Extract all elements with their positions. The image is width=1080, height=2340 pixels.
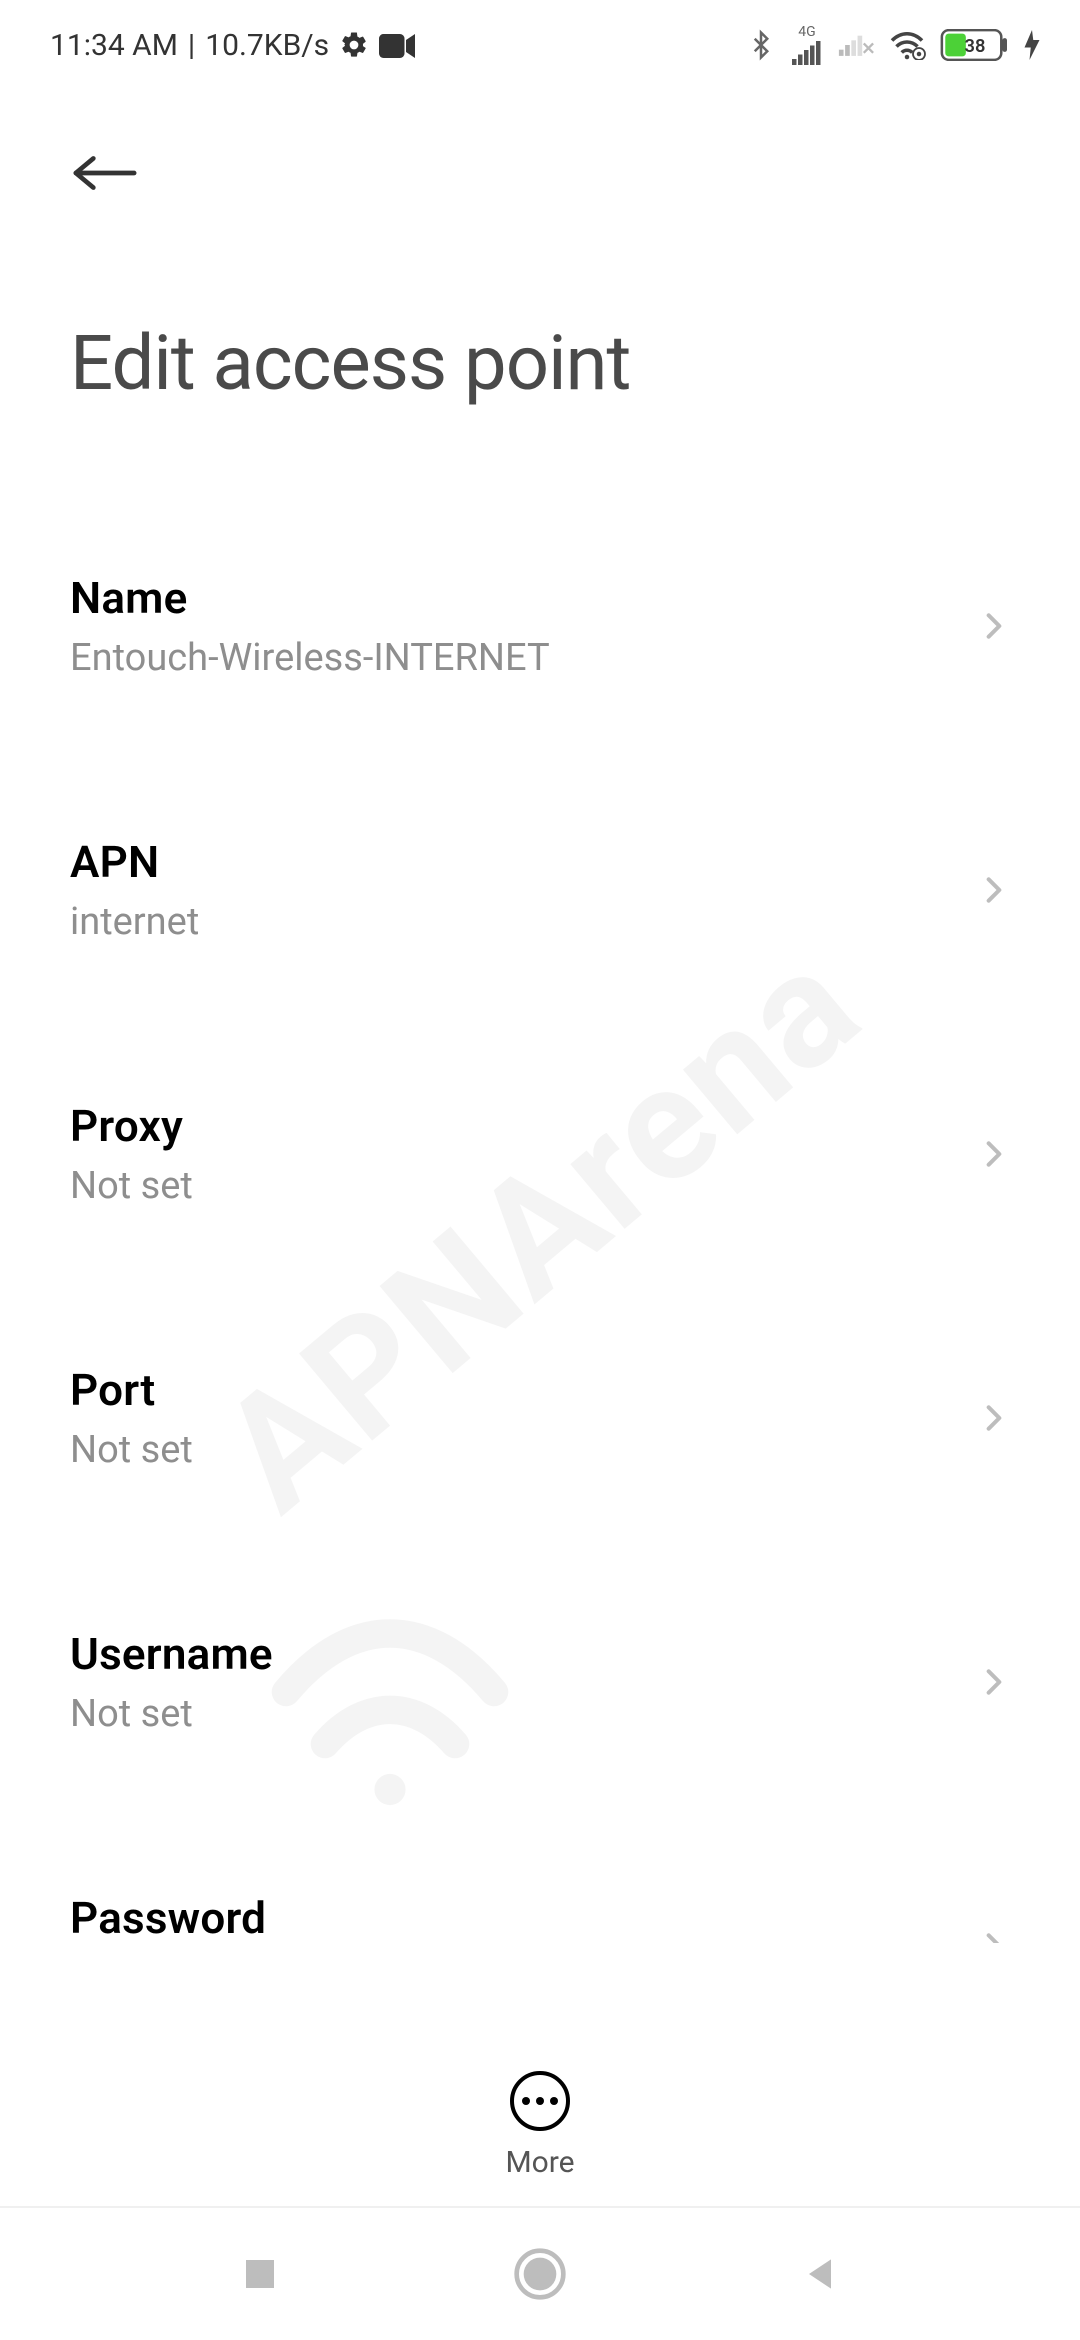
more-dots-icon	[522, 2097, 558, 2105]
status-speed: 10.7KB/s	[205, 28, 329, 63]
chevron-right-icon	[978, 1138, 1010, 1170]
setting-label: Port	[70, 1364, 193, 1416]
status-right: 4G 38	[746, 25, 1040, 65]
setting-value: Not set	[70, 1164, 193, 1208]
setting-label: Name	[70, 572, 550, 624]
chevron-right-icon	[978, 874, 1010, 906]
chevron-right-icon	[978, 1930, 1010, 1943]
nav-recent-button[interactable]	[230, 2244, 290, 2304]
charging-icon	[1024, 30, 1040, 60]
nav-back-button[interactable]	[790, 2244, 850, 2304]
status-bar: 11:34 AM | 10.7KB/s 4G	[0, 0, 1080, 90]
page-title: Edit access point	[70, 318, 1010, 408]
status-separator: |	[188, 28, 195, 63]
more-wrap: More	[0, 2071, 1080, 2180]
setting-value: internet	[70, 900, 199, 944]
navigation-bar	[0, 2208, 1080, 2340]
circle-icon	[512, 2246, 568, 2302]
nav-home-button[interactable]	[510, 2244, 570, 2304]
setting-value: Not set	[70, 1692, 273, 1736]
settings-icon	[339, 30, 369, 60]
more-label: More	[505, 2145, 574, 2180]
arrow-left-icon	[70, 155, 140, 191]
triangle-left-icon	[798, 2252, 842, 2296]
back-button[interactable]	[70, 138, 140, 208]
signal-secondary-icon	[838, 31, 874, 59]
setting-row-password[interactable]: Password Not set	[70, 1848, 1010, 1943]
setting-label: Password	[70, 1892, 266, 1943]
bluetooth-icon	[746, 28, 776, 62]
status-time: 11:34 AM	[50, 28, 178, 63]
setting-value: Not set	[70, 1428, 193, 1472]
more-button[interactable]	[510, 2071, 570, 2131]
setting-label: Proxy	[70, 1100, 193, 1152]
setting-label: Username	[70, 1628, 273, 1680]
setting-label: APN	[70, 836, 199, 888]
header: Edit access point	[0, 90, 1080, 408]
square-icon	[239, 2253, 281, 2295]
setting-row-port[interactable]: Port Not set	[70, 1320, 1010, 1516]
setting-row-name[interactable]: Name Entouch-Wireless-INTERNET	[70, 528, 1010, 724]
chevron-right-icon	[978, 1402, 1010, 1434]
chevron-right-icon	[978, 610, 1010, 642]
battery-pct-text: 38	[965, 36, 986, 57]
wifi-icon	[888, 30, 926, 60]
battery-icon: 38	[940, 29, 1010, 61]
signal-4g-icon: 4G	[790, 25, 824, 65]
camera-icon	[379, 32, 415, 58]
signal-4g-label: 4G	[798, 25, 815, 39]
setting-row-username[interactable]: Username Not set	[70, 1584, 1010, 1780]
setting-row-apn[interactable]: APN internet	[70, 792, 1010, 988]
setting-value: Entouch-Wireless-INTERNET	[70, 636, 550, 680]
setting-row-proxy[interactable]: Proxy Not set	[70, 1056, 1010, 1252]
chevron-right-icon	[978, 1666, 1010, 1698]
status-left: 11:34 AM | 10.7KB/s	[50, 28, 415, 63]
settings-list: Name Entouch-Wireless-INTERNET APN inter…	[0, 408, 1080, 1943]
